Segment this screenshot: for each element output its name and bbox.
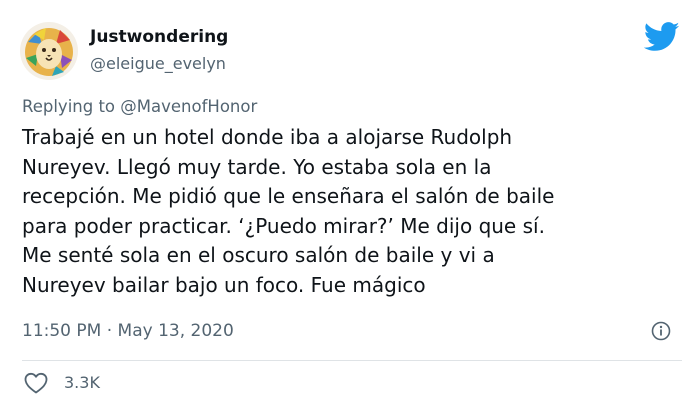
replying-to: Replying to @MavenofHonor: [22, 96, 257, 118]
tweet-line: Trabajé en un hotel donde iba a alojarse…: [22, 125, 513, 149]
lion-avatar-icon: [20, 22, 78, 80]
display-name[interactable]: Justwondering: [90, 27, 228, 47]
tweet-line: Me senté sola en el oscuro salón de bail…: [22, 243, 495, 267]
tweet-text: Trabajé en un hotel donde iba a alojarse…: [22, 123, 682, 300]
tweet-line: Nureyev. Llegó muy tarde. Yo estaba sola…: [22, 154, 492, 179]
avatar[interactable]: [20, 22, 78, 80]
heart-icon[interactable]: [24, 372, 48, 394]
reply-mention-link[interactable]: @MavenofHonor: [120, 97, 257, 116]
twitter-bird-icon[interactable]: [643, 22, 680, 52]
tweet-date[interactable]: May 13, 2020: [118, 321, 234, 341]
tweet-line: Nureyev bailar bajo un foco. Fue mágico: [22, 272, 426, 297]
tweet-timestamp[interactable]: 11:50 PM · May 13, 2020: [22, 320, 234, 342]
divider: [22, 360, 682, 361]
info-icon[interactable]: [651, 321, 671, 341]
meta-separator: ·: [106, 321, 113, 341]
user-handle[interactable]: @eleigue_evelyn: [90, 54, 226, 74]
tweet-line: recepción. Me pidió que le enseñara el s…: [22, 184, 555, 208]
reply-prefix: Replying to: [22, 97, 116, 116]
tweet-line: para poder practicar. ‘¿Puedo mirar?’ Me…: [22, 213, 545, 238]
tweet-time[interactable]: 11:50 PM: [22, 321, 101, 341]
like-count[interactable]: 3.3K: [64, 373, 100, 393]
